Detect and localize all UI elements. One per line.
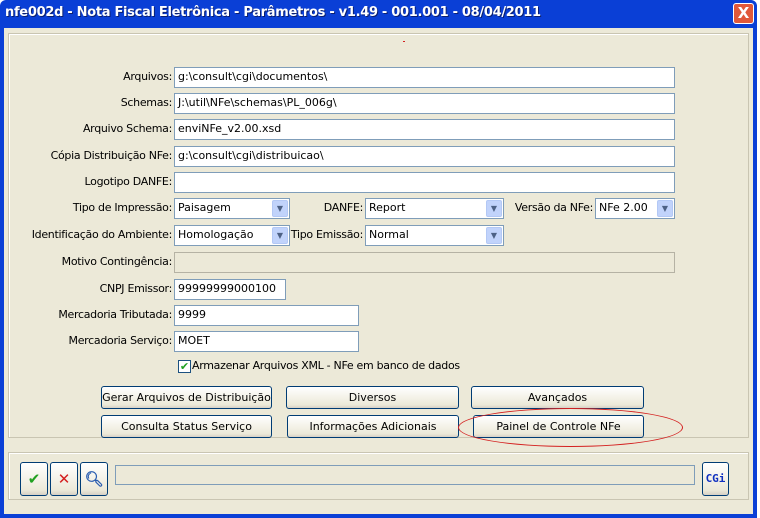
confirm-check-icon[interactable]: ✔	[20, 462, 48, 496]
search-magnifier-icon[interactable]: 🔍︎	[80, 462, 108, 496]
diversos-button[interactable]: Diversos	[286, 386, 459, 409]
copia-label: Cópia Distribuição NFe:	[50, 149, 173, 162]
tipo-emissao-label: Tipo Emissão:	[290, 228, 363, 241]
client-area: Arquivos: g:\consult\cgi\documentos\ Sch…	[4, 28, 753, 514]
motivo-label: Motivo Contingência:	[61, 255, 173, 268]
versao-value: NFe 2.00	[599, 201, 648, 214]
ambiente-label: Identificação do Ambiente:	[31, 228, 173, 241]
avancados-button[interactable]: Avançados	[471, 386, 644, 409]
armazenar-checkbox[interactable]: ✔	[178, 360, 191, 373]
highlight-ellipse	[458, 408, 683, 447]
progress-bar	[115, 465, 695, 485]
consulta-status-button[interactable]: Consulta Status Serviço	[101, 415, 272, 438]
gerar-distribuicao-button[interactable]: Gerar Arquivos de Distribuição	[101, 386, 272, 409]
versao-select[interactable]: NFe 2.00 ▼	[595, 198, 675, 219]
ambiente-value: Homologação	[178, 228, 254, 241]
tipo-emissao-value: Normal	[369, 228, 409, 241]
cnpj-label: CNPJ Emissor:	[99, 282, 173, 295]
merc-trib-input[interactable]: 9999	[174, 305, 359, 326]
ambiente-select[interactable]: Homologação ▼	[174, 225, 290, 246]
schemas-input[interactable]: J:\util\NFe\schemas\PL_006g\	[174, 93, 675, 114]
merc-serv-label: Mercadoria Serviço:	[68, 334, 173, 347]
motivo-input	[174, 252, 675, 273]
logotipo-label: Logotipo DANFE:	[84, 175, 173, 188]
cancel-x-icon[interactable]: ✕	[50, 462, 78, 496]
merc-trib-label: Mercadoria Tributada:	[58, 308, 172, 321]
close-button[interactable]: X	[733, 3, 754, 24]
arquivo-schema-label: Arquivo Schema:	[82, 122, 172, 135]
tipo-impressao-select[interactable]: Paisagem ▼	[174, 198, 290, 219]
danfe-select[interactable]: Report ▼	[365, 198, 504, 219]
danfe-label: DANFE:	[323, 201, 364, 214]
armazenar-label: Armazenar Arquivos XML - NFe em banco de…	[192, 359, 460, 372]
arquivo-schema-input[interactable]: enviNFe_v2.00.xsd	[174, 119, 675, 140]
window: nfe002d - Nota Fiscal Eletrônica - Parâm…	[0, 0, 757, 518]
window-title: nfe002d - Nota Fiscal Eletrônica - Parâm…	[5, 5, 541, 20]
chevron-down-icon[interactable]: ▼	[657, 200, 673, 217]
logotipo-input[interactable]	[174, 172, 675, 193]
arquivos-label: Arquivos:	[123, 70, 172, 83]
tipo-impressao-label: Tipo de Impressão:	[72, 201, 172, 214]
chevron-down-icon[interactable]: ▼	[272, 200, 288, 217]
merc-serv-input[interactable]: MOET	[174, 331, 359, 352]
versao-label: Versão da NFe:	[514, 201, 593, 214]
cnpj-input[interactable]: 99999999000100	[174, 279, 286, 300]
danfe-value: Report	[369, 201, 406, 214]
tipo-emissao-select[interactable]: Normal ▼	[365, 225, 504, 246]
chevron-down-icon[interactable]: ▼	[486, 227, 502, 244]
informacoes-adicionais-button[interactable]: Informações Adicionais	[287, 415, 459, 438]
arquivos-input[interactable]: g:\consult\cgi\documentos\	[174, 67, 675, 88]
chevron-down-icon[interactable]: ▼	[486, 200, 502, 217]
schemas-label: Schemas:	[120, 96, 173, 109]
copia-input[interactable]: g:\consult\cgi\distribuicao\	[174, 146, 675, 167]
cgi-logo-button[interactable]: CGi	[702, 462, 729, 496]
marker-dot	[403, 41, 405, 42]
tipo-impressao-value: Paisagem	[178, 201, 231, 214]
